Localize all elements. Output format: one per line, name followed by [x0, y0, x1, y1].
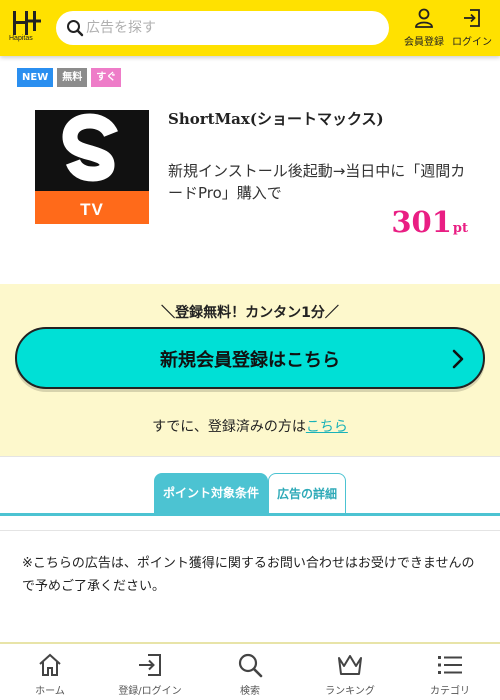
tag-new: NEW: [17, 68, 54, 87]
nav-label-ranking: ランキング: [325, 686, 375, 697]
ad-app-icon: TV: [35, 110, 149, 224]
search-bar[interactable]: [56, 11, 389, 45]
nav-label-search: 検索: [240, 686, 260, 697]
nav-item-home[interactable]: ホーム: [0, 644, 100, 700]
login-label: ログイン: [452, 37, 492, 48]
tab-ad-details[interactable]: 広告の詳細: [268, 473, 346, 513]
login-icon: [464, 9, 480, 27]
login-button[interactable]: ログイン: [450, 8, 494, 48]
already-registered-text: すでに、登録済みの方は: [152, 419, 306, 435]
shortmax-logo-icon: [62, 113, 118, 182]
points-unit: pt: [452, 221, 468, 236]
logo-text: Hapitas: [9, 35, 33, 42]
ad-icon-text: TV: [80, 200, 104, 219]
nav-item-login[interactable]: 登録/ログイン: [100, 644, 200, 700]
divider: [0, 456, 500, 457]
nav-item-search[interactable]: 検索: [200, 644, 300, 700]
home-icon: [39, 653, 61, 676]
nav-label-login: 登録/ログイン: [118, 686, 182, 697]
nav-item-category[interactable]: カテゴリ: [400, 644, 500, 700]
registration-catch: ＼登録無料！カンタン1分／: [161, 305, 339, 321]
nav-item-ranking[interactable]: ランキング: [300, 644, 400, 700]
ad-description: 新規インストール後起動→当日中に「週間カードPro」購入で: [168, 162, 466, 202]
divider: [0, 530, 500, 531]
member-register-label: 会員登録: [404, 37, 444, 48]
tag-free: 無料: [57, 68, 88, 87]
new-member-register-label: 新規会員登録はこちら: [160, 350, 340, 371]
member-register-button[interactable]: 会員登録: [402, 8, 446, 48]
tag-instant: すぐ: [91, 68, 122, 87]
already-registered: すでに、登録済みの方はこちら: [0, 416, 500, 436]
nav-label-home: ホーム: [35, 686, 65, 697]
new-member-register-button[interactable]: 新規会員登録はこちら: [15, 327, 485, 389]
ad-title: ShortMax(ショートマックス): [168, 110, 384, 128]
search-input[interactable]: [86, 15, 376, 41]
search-icon: [238, 653, 263, 678]
hapitas-logo-icon: [13, 11, 41, 35]
login-icon: [139, 654, 161, 676]
tabs-underline: [0, 513, 500, 516]
ad-tags: NEW 無料 すぐ: [17, 65, 125, 87]
crown-icon: [338, 655, 362, 675]
inquiry-notice: ※こちらの広告は、ポイント獲得に関するお問い合わせはお受けできませんので予めご了…: [22, 556, 475, 594]
points-value: 301: [391, 205, 452, 239]
tab-point-conditions[interactable]: ポイント対象条件: [154, 473, 268, 513]
chevron-right-icon: [452, 349, 464, 369]
search-icon: [67, 20, 84, 37]
app-header: Hapitas 会員登録 ログイン: [0, 0, 500, 56]
user-icon: [415, 8, 433, 28]
nav-label-category: カテゴリ: [430, 686, 470, 697]
list-icon: [438, 656, 462, 674]
login-link[interactable]: こちら: [306, 419, 348, 435]
ad-points: 301pt: [391, 205, 468, 239]
bottom-nav: ホーム 登録/ログイン 検索 ランキング カテゴリ: [0, 642, 500, 700]
